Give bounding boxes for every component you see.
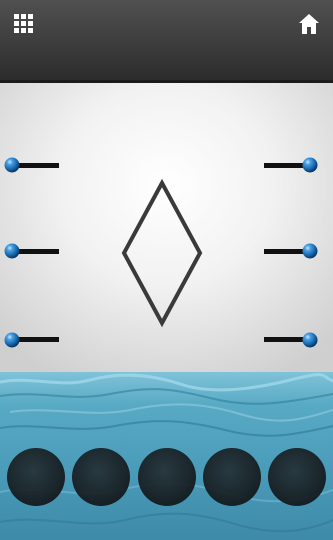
lever-left-2[interactable] <box>4 243 60 259</box>
inventory-slot-1[interactable] <box>7 448 65 506</box>
diamond-outline <box>121 178 203 328</box>
inventory-slot-2[interactable] <box>72 448 130 506</box>
lever-left-1[interactable] <box>4 157 60 173</box>
lever-right-3[interactable] <box>264 332 318 348</box>
lever-right-2[interactable] <box>264 243 318 259</box>
inventory-slot-3[interactable] <box>138 448 196 506</box>
inventory-slot-5[interactable] <box>268 448 326 506</box>
lever-right-1[interactable] <box>264 157 318 173</box>
lever-left-3[interactable] <box>4 332 60 348</box>
inventory-slot-4[interactable] <box>203 448 261 506</box>
